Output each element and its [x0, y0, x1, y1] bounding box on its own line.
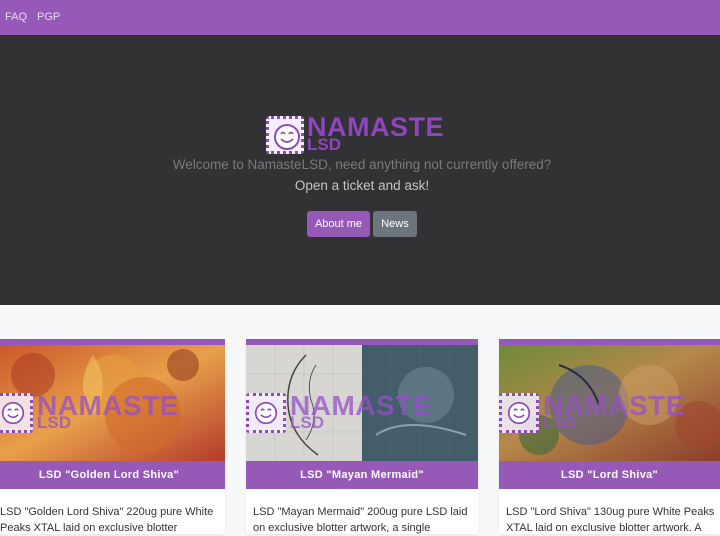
hero-subtagline: Open a ticket and ask!	[294, 178, 430, 193]
watermark-smiley-icon	[246, 393, 286, 433]
product-image[interactable]: NAMASTE LSD	[0, 345, 225, 461]
namaste-watermark: NAMASTE LSD	[499, 390, 720, 437]
brand-logo: NAMASTE LSD	[266, 112, 456, 157]
top-navbar: FAQ PGP	[0, 0, 720, 35]
product-description: LSD "Lord Shiva" 130ug pure White Peaks …	[506, 506, 715, 534]
watermark-smiley-icon	[0, 393, 33, 433]
product-card[interactable]: NAMASTE LSD LSD "Golden Lord Shiva" LSD …	[0, 339, 225, 534]
namaste-watermark: NAMASTE LSD	[0, 390, 225, 437]
logo-word-lsd: LSD	[307, 135, 341, 154]
watermark-word2: LSD	[37, 413, 71, 432]
namaste-watermark: NAMASTE LSD	[246, 390, 478, 437]
smiley-stamp-icon	[266, 116, 304, 154]
hero-tagline: Welcome to NamasteLSD, need anything not…	[172, 157, 552, 172]
watermark-word2: LSD	[543, 413, 577, 432]
news-button[interactable]: News	[373, 211, 417, 237]
hero-section: NAMASTE LSD Welcome to NamasteLSD, need …	[0, 35, 720, 305]
product-description: LSD "Mayan Mermaid" 200ug pure LSD laid …	[253, 506, 468, 534]
product-card[interactable]: NAMASTE LSD LSD "Lord Shiva" LSD "Lord S…	[499, 339, 720, 534]
product-title[interactable]: LSD "Golden Lord Shiva"	[0, 461, 225, 489]
product-title[interactable]: LSD "Lord Shiva"	[499, 461, 720, 489]
product-card[interactable]: NAMASTE LSD LSD "Mayan Mermaid" LSD "May…	[246, 339, 478, 534]
watermark-word2: LSD	[290, 413, 324, 432]
product-description: LSD "Golden Lord Shiva" 220ug pure White…	[0, 506, 214, 534]
watermark-smiley-icon	[499, 393, 539, 433]
nav-link-pgp[interactable]: PGP	[37, 11, 60, 23]
product-title[interactable]: LSD "Mayan Mermaid"	[246, 461, 478, 489]
product-image[interactable]: NAMASTE LSD	[246, 345, 478, 461]
product-image[interactable]: NAMASTE LSD	[499, 345, 720, 461]
about-me-button[interactable]: About me	[307, 211, 370, 237]
nav-link-faq[interactable]: FAQ	[5, 11, 27, 23]
